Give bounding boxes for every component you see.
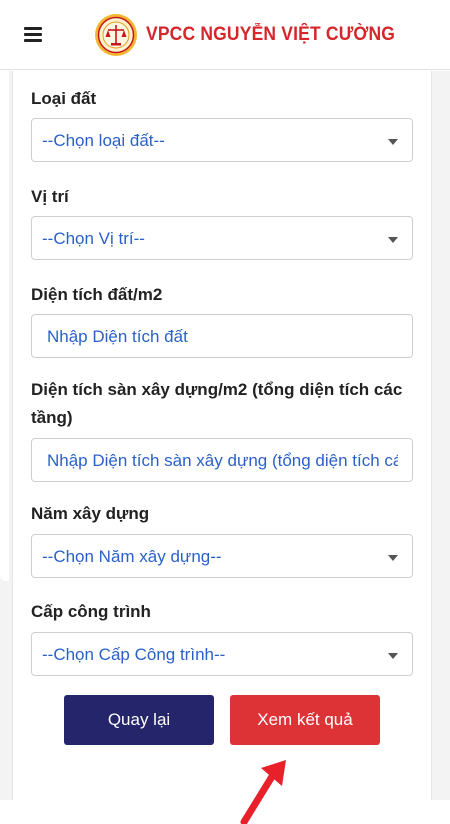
- floor-area-input[interactable]: Nhập Diện tích sàn xây dựng (tổng diện t…: [31, 438, 413, 482]
- land-type-select[interactable]: --Chọn loại đất--: [31, 118, 413, 162]
- building-grade-select[interactable]: --Chọn Cấp Công trình--: [31, 632, 413, 676]
- site-header: VPCC NGUYỄN VIỆT CƯỜNG: [0, 0, 450, 70]
- notary-seal-logo[interactable]: [94, 13, 138, 57]
- land-area-input[interactable]: Nhập Diện tích đất: [31, 314, 413, 358]
- brand-title[interactable]: VPCC NGUYỄN VIỆT CƯỜNG: [146, 24, 395, 46]
- hamburger-menu-icon[interactable]: [24, 27, 42, 43]
- chevron-down-icon: [388, 555, 398, 561]
- floor-area-placeholder: Nhập Diện tích sàn xây dựng (tổng diện t…: [47, 451, 398, 470]
- building-grade-label: Cấp công trình: [31, 602, 151, 621]
- build-year-label: Năm xây dựng: [31, 504, 150, 523]
- building-grade-value: --Chọn Cấp Công trình--: [42, 645, 226, 664]
- background-panel-edge: [0, 71, 9, 581]
- form-card: [12, 71, 432, 800]
- build-year-value: --Chọn Năm xây dựng--: [42, 547, 222, 566]
- location-label: Vị trí: [31, 187, 69, 206]
- build-year-select[interactable]: --Chọn Năm xây dựng--: [31, 534, 413, 578]
- bottom-area: [0, 800, 450, 824]
- location-select[interactable]: --Chọn Vị trí--: [31, 216, 413, 260]
- land-type-value: --Chọn loại đất--: [42, 131, 165, 150]
- location-value: --Chọn Vị trí--: [42, 229, 145, 248]
- chevron-down-icon: [388, 237, 398, 243]
- chevron-down-icon: [388, 653, 398, 659]
- land-type-label: Loại đất: [31, 89, 97, 108]
- chevron-down-icon: [388, 139, 398, 145]
- land-area-placeholder: Nhập Diện tích đất: [47, 327, 188, 346]
- red-arrow-pointing-to-result-button: [240, 760, 286, 824]
- back-button[interactable]: Quay lại: [64, 695, 214, 745]
- land-area-label: Diện tích đất/m2: [31, 285, 163, 304]
- floor-area-label: Diện tích sàn xây dựng/m2 (tổng diện tíc…: [31, 380, 403, 427]
- view-result-button[interactable]: Xem kết quả: [230, 695, 380, 745]
